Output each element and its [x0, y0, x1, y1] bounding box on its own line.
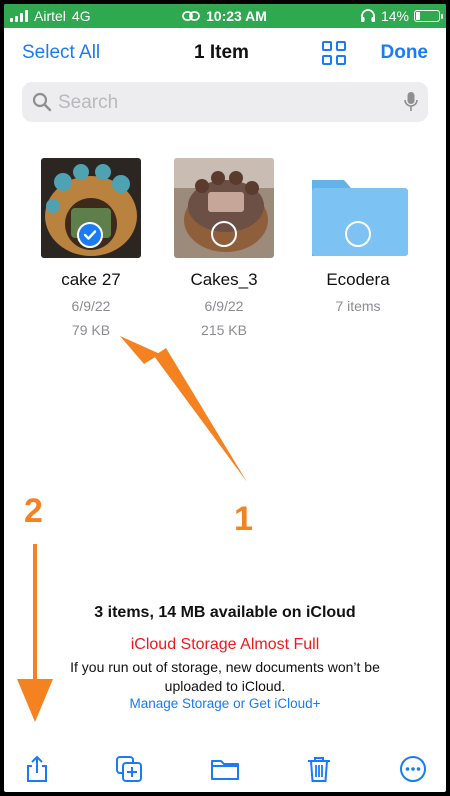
- manage-storage-link[interactable]: Manage Storage or Get iCloud+: [4, 696, 446, 711]
- arrow-1: [154, 348, 247, 482]
- duplicate-icon[interactable]: [114, 754, 144, 784]
- arrow-1-head: [120, 336, 160, 364]
- files-app-screen: Airtel 4G 10:23 AM 14% Select All 1 Item…: [4, 4, 446, 792]
- storage-summary: 3 items, 14 MB available on iCloud: [94, 604, 356, 621]
- folder-move-icon[interactable]: [210, 754, 240, 784]
- share-icon[interactable]: [22, 754, 52, 784]
- trash-icon[interactable]: [304, 754, 334, 784]
- storage-warning: iCloud Storage Almost Full: [130, 636, 320, 653]
- storage-message: If you run out of storage, new documents…: [70, 659, 380, 694]
- bottom-toolbar: [4, 740, 446, 792]
- annotation-number-1: 1: [234, 500, 253, 538]
- more-icon[interactable]: [398, 754, 428, 784]
- annotation-number-2: 2: [24, 492, 43, 530]
